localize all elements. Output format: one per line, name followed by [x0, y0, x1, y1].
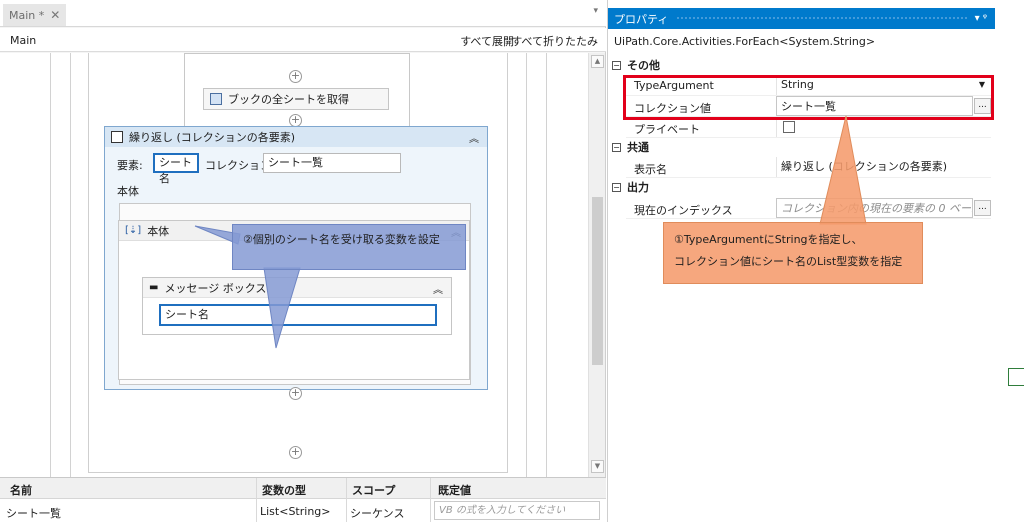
- callout-right-line2: コレクション値にシート名のList型変数を指定: [674, 255, 903, 268]
- callout-element-variable: ②個別のシート名を受け取る変数を設定: [232, 224, 466, 270]
- offscreen-element-edge: [1008, 368, 1024, 386]
- callout-left-pointer: [263, 267, 301, 349]
- callout-right-pointer: [819, 115, 867, 225]
- callout-type-argument: ①TypeArgumentにStringを指定し、 コレクション値にシート名のL…: [663, 222, 923, 284]
- callout-right-line1: ①TypeArgumentにStringを指定し、: [674, 233, 863, 246]
